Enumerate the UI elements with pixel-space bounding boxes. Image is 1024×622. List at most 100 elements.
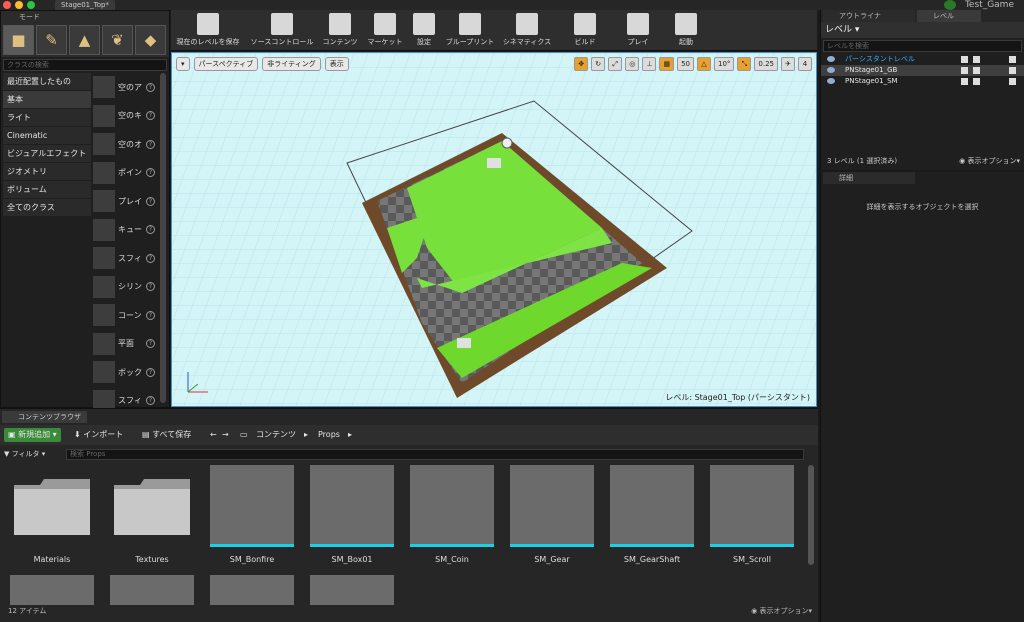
help-icon[interactable]: ? xyxy=(146,253,155,263)
toolbar-button-4[interactable]: 設定 xyxy=(407,12,441,50)
content-view-options[interactable]: ◉ 表示オプション▾ xyxy=(751,606,812,616)
help-icon[interactable]: ? xyxy=(146,282,155,292)
place-item[interactable]: プレイ? xyxy=(93,187,159,216)
asset-item[interactable]: SM_Gear xyxy=(510,465,594,564)
details-tab[interactable]: 詳細 xyxy=(823,172,915,184)
visibility-icon[interactable] xyxy=(827,56,835,62)
sun-gizmo-icon[interactable] xyxy=(501,137,513,149)
levels-tab[interactable]: レベル xyxy=(917,10,981,22)
history-back-icon[interactable]: ← xyxy=(210,428,217,442)
camera-speed-value[interactable]: 4 xyxy=(798,57,812,71)
level-color-icon[interactable] xyxy=(1009,78,1016,85)
grid-snap-value[interactable]: 50 xyxy=(677,57,694,71)
save-level-icon[interactable] xyxy=(973,78,980,85)
toolbar-button-9[interactable]: 起動 xyxy=(663,12,709,50)
category-item[interactable]: Cinematic xyxy=(3,127,91,145)
visibility-icon[interactable] xyxy=(827,67,835,73)
help-icon[interactable]: ? xyxy=(146,139,155,149)
help-icon[interactable]: ? xyxy=(146,339,155,349)
asset-item[interactable] xyxy=(210,575,294,605)
translate-tool-icon[interactable]: ✥ xyxy=(574,57,589,71)
viewport-options-button[interactable]: ▾ xyxy=(176,57,190,71)
category-item[interactable]: ジオメトリ xyxy=(3,163,91,181)
world-space-icon[interactable]: ◎ xyxy=(625,57,640,71)
path-props[interactable]: Props xyxy=(318,428,340,442)
scale-snap-value[interactable]: 0.25 xyxy=(754,57,778,71)
camera-speed-icon[interactable]: ✈ xyxy=(781,57,795,71)
path-content[interactable]: コンテンツ xyxy=(256,428,296,442)
category-item[interactable]: 全てのクラス xyxy=(3,199,91,217)
help-icon[interactable]: ? xyxy=(146,196,155,206)
foliage-mode-icon[interactable]: ❦ xyxy=(102,25,133,55)
show-button[interactable]: 表示 xyxy=(324,57,349,71)
save-all-button[interactable]: ▤ すべて保存 xyxy=(142,428,191,442)
asset-item[interactable]: SM_Scroll xyxy=(710,465,794,564)
place-item[interactable]: ボック? xyxy=(93,358,159,387)
category-item[interactable]: ボリューム xyxy=(3,181,91,199)
place-mode-icon[interactable]: ■ xyxy=(3,25,34,55)
level-row[interactable]: PNStage01_GB xyxy=(821,65,1024,76)
level-viewport[interactable]: ▾ パースペクティブ 非ライティング 表示 ✥ ↻ ⤢ ◎ ⊥ ▦ 50 △ 1… xyxy=(171,52,817,407)
place-item[interactable]: 平面? xyxy=(93,330,159,359)
geometry-mode-icon[interactable]: ◆ xyxy=(135,25,166,55)
help-icon[interactable]: ? xyxy=(146,225,155,235)
levels-view-options[interactable]: ◉ 表示オプション▾ xyxy=(959,156,1020,166)
surface-snap-icon[interactable]: ⊥ xyxy=(642,57,657,71)
toolbar-button-6[interactable]: シネマティクス xyxy=(501,12,553,50)
asset-item[interactable]: SM_GearShaft xyxy=(610,465,694,564)
place-scrollbar[interactable] xyxy=(160,73,166,403)
place-item[interactable]: シリン? xyxy=(93,273,159,302)
toolbar-button-0[interactable]: 現在のレベルを保存 xyxy=(175,12,241,50)
asset-search-input[interactable]: 検索 Props xyxy=(66,449,804,460)
toolbar-button-5[interactable]: ブループリント xyxy=(443,12,497,50)
content-browser-tab[interactable]: コンテンツブラウザ xyxy=(2,411,87,423)
place-item[interactable]: スフィ? xyxy=(93,244,159,273)
asset-scrollbar[interactable] xyxy=(808,465,814,565)
level-row[interactable]: PNStage01_SM xyxy=(821,76,1024,87)
toolbar-button-3[interactable]: マーケット xyxy=(367,12,403,50)
minimize-window-button[interactable] xyxy=(15,1,23,9)
folder-item[interactable]: Textures xyxy=(110,465,194,564)
rotation-snap-value[interactable]: 10° xyxy=(713,57,735,71)
toolbar-button-7[interactable]: ビルド xyxy=(557,12,613,50)
asset-item[interactable] xyxy=(10,575,94,605)
place-item[interactable]: 空のオ? xyxy=(93,130,159,159)
history-forward-icon[interactable]: → xyxy=(222,428,229,442)
lock-icon[interactable] xyxy=(961,56,968,63)
add-new-button[interactable]: ▣ 新規追加 ▾ xyxy=(4,428,61,442)
place-item[interactable]: ポイン? xyxy=(93,159,159,188)
zoom-window-button[interactable] xyxy=(27,1,35,9)
import-button[interactable]: ⬇ インポート xyxy=(74,428,123,442)
save-level-icon[interactable] xyxy=(973,67,980,74)
toolbar-button-1[interactable]: ソースコントロール xyxy=(249,12,315,50)
toolbar-button-8[interactable]: プレイ xyxy=(617,12,659,50)
rotate-tool-icon[interactable]: ↻ xyxy=(591,57,606,71)
toolbar-button-2[interactable]: コンテンツ xyxy=(317,12,363,50)
lighting-button[interactable]: 非ライティング xyxy=(262,57,321,71)
category-item[interactable]: 基本 xyxy=(3,91,91,109)
camera-actor-icon[interactable] xyxy=(487,158,501,168)
rotation-snap-icon[interactable]: △ xyxy=(696,57,711,71)
help-icon[interactable]: ? xyxy=(146,82,155,92)
paint-mode-icon[interactable]: ✎ xyxy=(36,25,67,55)
help-icon[interactable]: ? xyxy=(146,310,155,320)
levels-title[interactable]: レベル ▾ xyxy=(821,22,1024,38)
help-icon[interactable]: ? xyxy=(146,367,155,377)
level-tab[interactable]: Stage01_Top* xyxy=(55,0,115,10)
outliner-tab[interactable]: アウトライナ xyxy=(823,10,915,22)
landscape-mode-icon[interactable]: ▲ xyxy=(69,25,100,55)
asset-item[interactable]: SM_Bonfire xyxy=(210,465,294,564)
place-item[interactable]: キュー? xyxy=(93,216,159,245)
help-icon[interactable]: ? xyxy=(146,168,155,178)
place-item[interactable]: 空のキ? xyxy=(93,102,159,131)
category-item[interactable]: ライト xyxy=(3,109,91,127)
level-search-input[interactable]: レベルを検索 xyxy=(823,40,1022,52)
folder-item[interactable]: Materials xyxy=(10,465,94,564)
asset-item[interactable] xyxy=(110,575,194,605)
help-icon[interactable]: ? xyxy=(146,111,155,121)
level-row[interactable]: パーシスタントレベル xyxy=(821,54,1024,65)
asset-item[interactable]: SM_Box01 xyxy=(310,465,394,564)
player-start-icon[interactable] xyxy=(457,338,471,348)
place-item[interactable]: 空のア? xyxy=(93,73,159,102)
help-icon[interactable]: ? xyxy=(146,396,155,406)
